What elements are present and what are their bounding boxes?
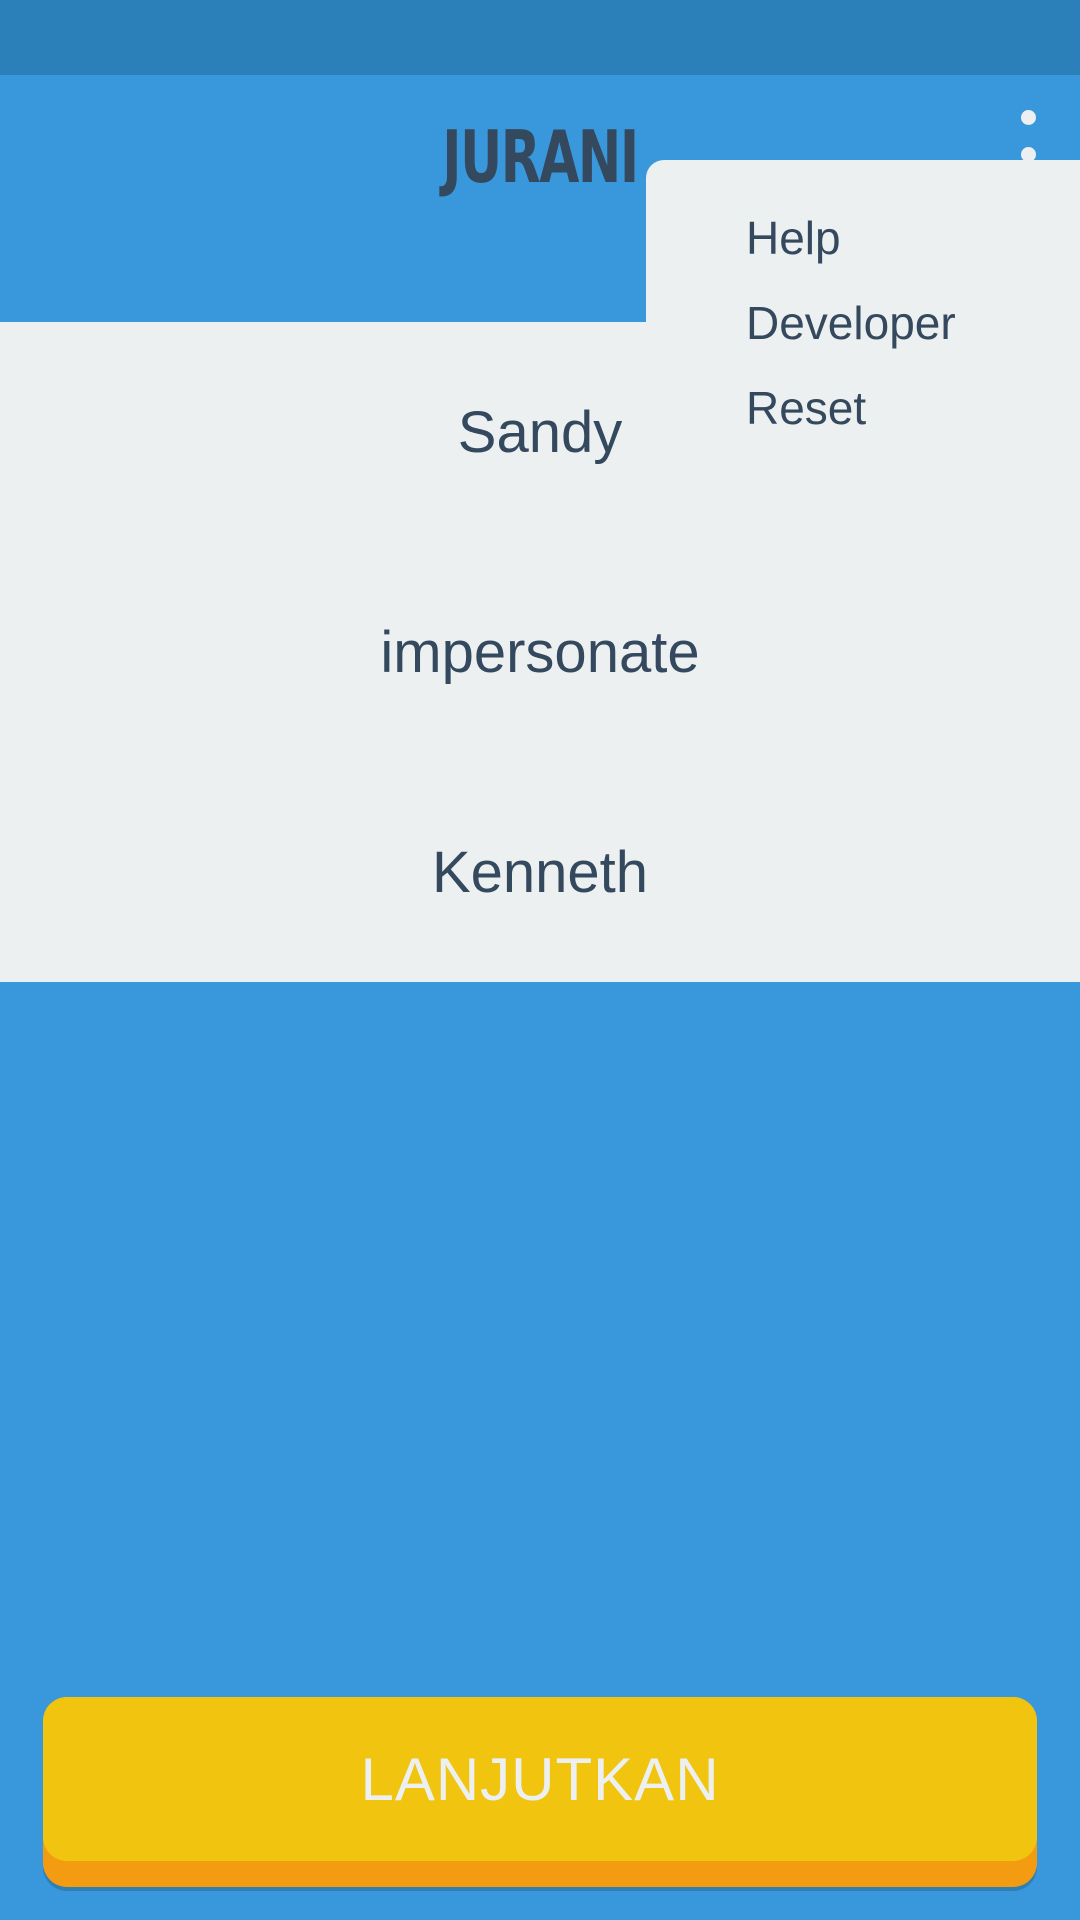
continue-button-label: LANJUTKAN <box>360 1745 720 1813</box>
word-item[interactable]: impersonate <box>0 542 1080 762</box>
continue-button-face: LANJUTKAN <box>43 1697 1037 1861</box>
overflow-menu: Help Developer Reset <box>646 160 1080 490</box>
word-item[interactable]: Kenneth <box>0 762 1080 982</box>
menu-item-reset[interactable]: Reset <box>746 378 866 438</box>
menu-item-help[interactable]: Help <box>746 208 841 268</box>
word-label: Kenneth <box>431 839 649 905</box>
continue-button[interactable]: LANJUTKAN <box>43 1697 1037 1887</box>
word-label: impersonate <box>380 619 700 685</box>
word-label: Sandy <box>457 399 623 465</box>
status-bar <box>0 0 1080 75</box>
menu-item-developer[interactable]: Developer <box>746 293 956 353</box>
